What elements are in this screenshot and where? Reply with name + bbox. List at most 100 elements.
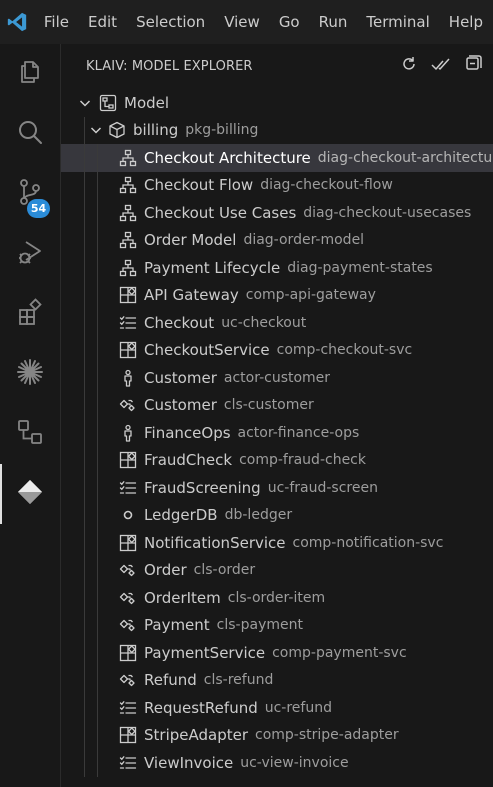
menu-bar: File Edit Selection View Go Run Terminal… <box>35 0 493 44</box>
check-all-button[interactable] <box>429 54 453 78</box>
chevron-down-icon[interactable] <box>77 95 93 111</box>
tree-item-id: cls-customer <box>223 397 314 414</box>
indent-guide <box>84 666 85 694</box>
tree-item-label: API Gateway <box>144 286 239 305</box>
tree-item-id: diag-checkout-usecases <box>303 204 472 221</box>
tree-item-id: diag-order-model <box>243 232 365 249</box>
tree-item[interactable]: Customer cls-customer <box>61 391 493 419</box>
tree-item[interactable]: NotificationService comp-notification-svc <box>61 529 493 557</box>
tree-item[interactable]: PaymentService comp-payment-svc <box>61 639 493 667</box>
tree-item-id: comp-notification-svc <box>292 534 444 551</box>
indent-guide <box>97 364 98 392</box>
tree-item-id: uc-checkout <box>221 314 307 331</box>
menu-selection[interactable]: Selection <box>127 0 215 44</box>
tree-item-model[interactable]: Model <box>61 89 493 117</box>
source-control-activity[interactable]: 54 <box>0 164 60 224</box>
tree-item[interactable]: Checkout Flow diag-checkout-flow <box>61 171 493 199</box>
tree-item-label: Refund <box>144 671 197 690</box>
tree-item[interactable]: Payment Lifecycle diag-payment-states <box>61 254 493 282</box>
tree-item[interactable]: OrderItem cls-order-item <box>61 584 493 612</box>
tree-item[interactable]: StripeAdapter comp-stripe-adapter <box>61 721 493 749</box>
indent-guide <box>84 254 85 282</box>
usecase-icon <box>118 698 138 718</box>
tree-item[interactable]: FinanceOps actor-finance-ops <box>61 419 493 447</box>
tree-item[interactable]: RequestRefund uc-refund <box>61 694 493 722</box>
source-control-badge: 54 <box>27 199 50 218</box>
run-debug-activity[interactable] <box>0 224 60 284</box>
tree-item[interactable]: ViewInvoice uc-view-invoice <box>61 749 493 777</box>
explorer-activity[interactable] <box>0 44 60 104</box>
menu-run[interactable]: Run <box>310 0 358 44</box>
indent-guide <box>97 309 98 337</box>
menu-file[interactable]: File <box>35 0 79 44</box>
sidebar-title: KLAIV: MODEL EXPLORER <box>86 58 253 74</box>
refresh-button[interactable] <box>397 54 421 78</box>
starburst-activity[interactable] <box>0 344 60 404</box>
model-explorer-sidebar: KLAIV: MODEL EXPLORER Model billing pkg-… <box>60 44 493 787</box>
tree-item-id: uc-refund <box>264 699 332 716</box>
indent-guide <box>84 199 85 227</box>
component-icon <box>118 725 138 745</box>
indent-guide <box>97 501 98 529</box>
tree-item[interactable]: Checkout Architecture diag-checkout-archi… <box>61 144 493 172</box>
tree-item[interactable]: FraudCheck comp-fraud-check <box>61 446 493 474</box>
tree-item-id: comp-fraud-check <box>239 452 366 469</box>
indent-guide <box>97 721 98 749</box>
tree-item-package[interactable]: billing pkg-billing <box>61 116 493 144</box>
indent-guide <box>97 281 98 309</box>
tree-item-id: actor-finance-ops <box>237 424 360 441</box>
tree-item[interactable]: Order cls-order <box>61 556 493 584</box>
nodes-activity[interactable] <box>0 404 60 464</box>
tree-item-label: FraudCheck <box>144 451 233 470</box>
tree-item[interactable]: CheckoutService comp-checkout-svc <box>61 336 493 364</box>
tree-item-label: Checkout <box>144 313 215 332</box>
menu-terminal[interactable]: Terminal <box>357 0 439 44</box>
tree-item[interactable]: API Gateway comp-api-gateway <box>61 281 493 309</box>
collapse-all-button[interactable] <box>461 54 485 78</box>
indent-guide <box>97 749 98 777</box>
tree-item-label: FinanceOps <box>144 423 231 442</box>
nodes-icon <box>16 418 44 450</box>
indent-guide <box>84 501 85 529</box>
tree-item-id: actor-customer <box>223 369 331 386</box>
tree-item[interactable]: Checkout Use Cases diag-checkout-usecases <box>61 199 493 227</box>
tree-item-id: diag-payment-states <box>287 259 433 276</box>
sidebar-header: KLAIV: MODEL EXPLORER <box>61 44 493 88</box>
diamond-icon <box>16 478 44 510</box>
tree-item-label: Customer <box>144 396 217 415</box>
tree-item[interactable]: Order Model diag-order-model <box>61 226 493 254</box>
indent-guide <box>97 584 98 612</box>
tree-item-label: StripeAdapter <box>144 726 248 745</box>
component-icon <box>118 285 138 305</box>
tree-item[interactable]: Payment cls-payment <box>61 611 493 639</box>
menu-help[interactable]: Help <box>440 0 493 44</box>
tree-item[interactable]: Customer actor-customer <box>61 364 493 392</box>
model-explorer-activity[interactable] <box>0 464 60 524</box>
component-icon <box>118 450 138 470</box>
tree-item-id: cls-order <box>193 562 256 579</box>
tree-item-label: LedgerDB <box>144 506 218 525</box>
vscode-logo-icon[interactable] <box>0 0 35 44</box>
tree-item-label: Order Model <box>144 231 237 250</box>
indent-guide <box>84 281 85 309</box>
indent-guide <box>84 446 85 474</box>
menu-view[interactable]: View <box>215 0 270 44</box>
extensions-activity[interactable] <box>0 284 60 344</box>
indent-guide <box>97 226 98 254</box>
search-icon <box>16 118 44 150</box>
indent-guide <box>97 419 98 447</box>
tree-item[interactable]: FraudScreening uc-fraud-screen <box>61 474 493 502</box>
tree-item[interactable]: Refund cls-refund <box>61 666 493 694</box>
indent-guide <box>97 556 98 584</box>
search-activity[interactable] <box>0 104 60 164</box>
menu-edit[interactable]: Edit <box>79 0 127 44</box>
menu-go[interactable]: Go <box>270 0 310 44</box>
chevron-down-icon[interactable] <box>88 122 104 138</box>
tree-item[interactable]: LedgerDB db-ledger <box>61 501 493 529</box>
collapse-all-icon <box>464 55 482 77</box>
indent-guide <box>84 116 85 144</box>
indent-guide <box>97 474 98 502</box>
tree-item[interactable]: Checkout uc-checkout <box>61 309 493 337</box>
indent-guide <box>84 749 85 777</box>
indent-guide <box>84 309 85 337</box>
